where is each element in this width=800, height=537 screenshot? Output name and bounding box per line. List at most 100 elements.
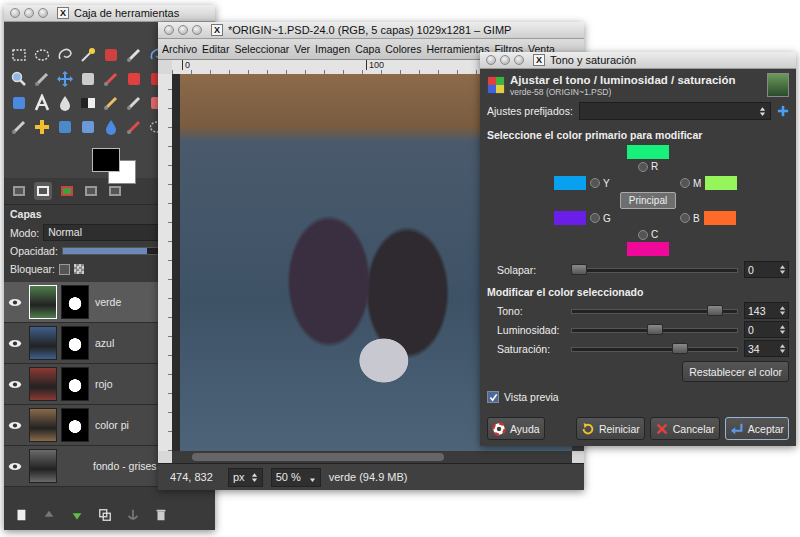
smudge-icon[interactable] bbox=[125, 118, 143, 136]
channels-tab-icon[interactable] bbox=[58, 182, 76, 200]
visibility-toggle[interactable] bbox=[4, 298, 26, 307]
primary-option[interactable]: M bbox=[680, 175, 742, 191]
close-button[interactable] bbox=[10, 8, 20, 18]
primary-option[interactable]: C bbox=[620, 227, 676, 256]
radio-button[interactable] bbox=[590, 178, 600, 188]
paths-tab-icon[interactable] bbox=[82, 182, 100, 200]
rotate-icon[interactable] bbox=[125, 70, 143, 88]
radio-button[interactable] bbox=[680, 178, 690, 188]
stamp-icon[interactable] bbox=[79, 118, 97, 136]
anchor-layer-icon[interactable] bbox=[126, 508, 140, 522]
duplicate-layer-icon[interactable] bbox=[98, 508, 112, 522]
rect-select-icon[interactable] bbox=[10, 46, 28, 64]
dialog-titlebar[interactable]: X Tono y saturación bbox=[480, 52, 796, 69]
dialog-button[interactable]: Reiniciar bbox=[576, 417, 645, 440]
eye-icon[interactable] bbox=[8, 421, 22, 430]
layer-thumbnail[interactable] bbox=[29, 367, 57, 401]
unit-dropdown[interactable]: px bbox=[228, 468, 263, 487]
preview-checkbox[interactable] bbox=[487, 391, 499, 403]
airbrush-icon[interactable] bbox=[10, 118, 28, 136]
visibility-toggle[interactable] bbox=[4, 462, 26, 471]
scroll-thumb[interactable] bbox=[192, 453, 444, 461]
add-preset-icon[interactable] bbox=[777, 105, 789, 117]
layer-mask[interactable] bbox=[61, 285, 89, 319]
adjustment-slider[interactable] bbox=[571, 343, 738, 355]
lower-layer-icon[interactable] bbox=[70, 508, 84, 522]
adjustment-slider[interactable] bbox=[571, 324, 738, 336]
scissors-icon[interactable] bbox=[125, 46, 143, 64]
radio-button[interactable] bbox=[590, 213, 600, 223]
ellipse-select-icon[interactable] bbox=[33, 46, 51, 64]
zoom-button[interactable] bbox=[192, 25, 202, 35]
crop-icon[interactable] bbox=[102, 70, 120, 88]
lock-checkbox[interactable] bbox=[59, 264, 70, 275]
clone-icon[interactable] bbox=[56, 118, 74, 136]
flip-icon[interactable] bbox=[10, 94, 28, 112]
color-select-icon[interactable] bbox=[102, 46, 120, 64]
minimize-button[interactable] bbox=[24, 8, 34, 18]
bucket-icon[interactable] bbox=[56, 94, 74, 112]
visibility-toggle[interactable] bbox=[4, 339, 26, 348]
reset-color-button[interactable]: Restablecer el color bbox=[682, 361, 789, 382]
measure-icon[interactable] bbox=[33, 70, 51, 88]
text-tool-icon[interactable] bbox=[33, 94, 51, 112]
eye-icon[interactable] bbox=[8, 298, 22, 307]
adjustment-slider[interactable] bbox=[571, 305, 738, 317]
layer-thumbnail[interactable] bbox=[29, 326, 57, 360]
heal-icon[interactable] bbox=[33, 118, 51, 136]
eye-icon[interactable] bbox=[8, 380, 22, 389]
close-button[interactable] bbox=[164, 25, 174, 35]
overlap-slider[interactable] bbox=[571, 264, 738, 276]
lasso-icon[interactable] bbox=[56, 46, 74, 64]
eye-icon[interactable] bbox=[8, 339, 22, 348]
master-button[interactable]: Principal bbox=[620, 192, 676, 209]
adjustment-spinbox[interactable]: 34 bbox=[744, 340, 789, 357]
layers-tab-icon[interactable] bbox=[34, 182, 52, 200]
dialog-button[interactable]: Ayuda bbox=[487, 417, 545, 440]
foreground-color[interactable] bbox=[92, 148, 120, 172]
raise-layer-icon[interactable] bbox=[42, 508, 56, 522]
overlap-spinbox[interactable]: 0 bbox=[744, 261, 789, 278]
paintbrush-icon[interactable] bbox=[125, 94, 143, 112]
move-icon[interactable] bbox=[56, 70, 74, 88]
zoom-icon[interactable] bbox=[10, 70, 28, 88]
layer-mask[interactable] bbox=[61, 367, 89, 401]
blend-icon[interactable] bbox=[79, 94, 97, 112]
menu-item[interactable]: Imagen bbox=[315, 43, 350, 55]
minimize-button[interactable] bbox=[500, 55, 510, 65]
magic-wand-icon[interactable] bbox=[79, 46, 97, 64]
layer-thumbnail[interactable] bbox=[29, 408, 57, 442]
layer-thumbnail[interactable] bbox=[29, 449, 57, 483]
layer-mask[interactable] bbox=[61, 326, 89, 360]
lock-alpha-icon[interactable] bbox=[74, 264, 84, 274]
menu-item[interactable]: Archivo bbox=[162, 43, 197, 55]
dialog-button[interactable]: Aceptar bbox=[725, 417, 789, 440]
pencil-icon[interactable] bbox=[102, 94, 120, 112]
tool-options-icon[interactable] bbox=[10, 182, 28, 200]
primary-option[interactable]: G bbox=[554, 210, 616, 226]
align-icon[interactable] bbox=[79, 70, 97, 88]
horizontal-scrollbar[interactable] bbox=[172, 451, 572, 463]
close-button[interactable] bbox=[486, 55, 496, 65]
new-layer-icon[interactable] bbox=[14, 508, 28, 522]
adjustment-spinbox[interactable]: 143 bbox=[744, 302, 789, 319]
primary-option[interactable]: B bbox=[680, 210, 742, 226]
minimize-button[interactable] bbox=[178, 25, 188, 35]
zoom-button[interactable] bbox=[38, 8, 48, 18]
primary-option[interactable]: Y bbox=[554, 175, 616, 191]
delete-layer-icon[interactable] bbox=[154, 508, 168, 522]
menu-item[interactable]: Colores bbox=[385, 43, 421, 55]
visibility-toggle[interactable] bbox=[4, 421, 26, 430]
menu-item[interactable]: Editar bbox=[202, 43, 229, 55]
zoom-button[interactable] bbox=[514, 55, 524, 65]
menu-item[interactable]: Seleccionar bbox=[234, 43, 289, 55]
image-titlebar[interactable]: X *ORIGIN~1.PSD-24.0 (RGB, 5 capas) 1029… bbox=[158, 22, 584, 39]
eye-icon[interactable] bbox=[8, 462, 22, 471]
layer-mask[interactable] bbox=[61, 408, 89, 442]
toolbox-titlebar[interactable]: X Caja de herramientas bbox=[4, 5, 215, 22]
presets-dropdown[interactable] bbox=[579, 102, 771, 120]
dialog-button[interactable]: Cancelar bbox=[650, 417, 720, 440]
primary-option[interactable]: R bbox=[620, 145, 676, 174]
radio-button[interactable] bbox=[680, 213, 690, 223]
layer-thumbnail[interactable] bbox=[29, 285, 57, 319]
